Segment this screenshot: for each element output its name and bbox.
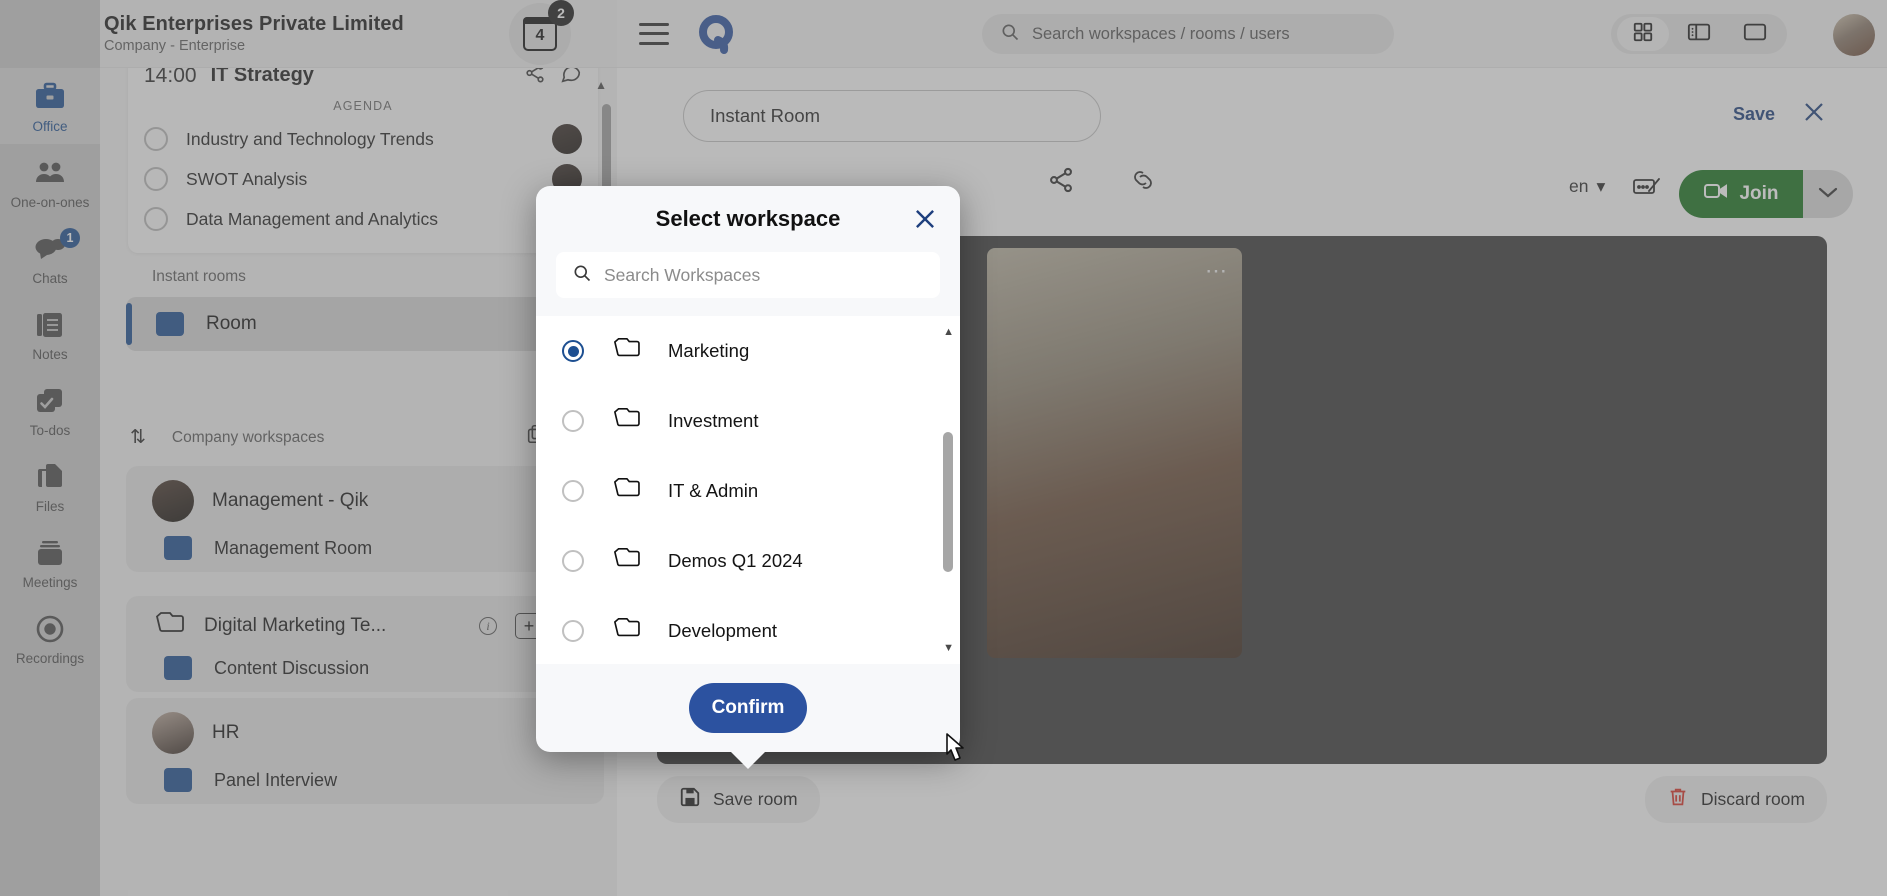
folder-icon bbox=[610, 546, 642, 576]
workspace-option-label: Demos Q1 2024 bbox=[668, 550, 803, 571]
confirm-button[interactable]: Confirm bbox=[689, 683, 807, 733]
workspace-radio[interactable] bbox=[562, 620, 584, 642]
select-workspace-dialog: Select workspace Search Workspaces Marke… bbox=[536, 186, 960, 752]
app-root: 14:00 IT Strategy AGENDA Industry and Te… bbox=[0, 0, 1887, 896]
workspace-option-label: Marketing bbox=[668, 340, 750, 361]
scroll-down-arrow-icon[interactable]: ▼ bbox=[943, 642, 954, 654]
workspace-radio[interactable] bbox=[562, 410, 584, 432]
scroll-up-arrow-icon[interactable]: ▲ bbox=[943, 326, 954, 338]
close-icon[interactable] bbox=[912, 206, 938, 237]
workspace-option-label: Investment bbox=[668, 410, 759, 431]
workspace-list-scrollbar[interactable]: ▲ ▼ bbox=[943, 322, 956, 658]
workspace-radio[interactable] bbox=[562, 340, 584, 362]
workspace-option[interactable]: Marketing bbox=[536, 316, 960, 386]
workspace-radio[interactable] bbox=[562, 550, 584, 572]
workspace-option[interactable]: Investment bbox=[536, 386, 960, 456]
workspace-option[interactable]: Demos Q1 2024 bbox=[536, 526, 960, 596]
workspace-list: Marketing Investment IT & Admin Demos Q1… bbox=[536, 316, 960, 664]
folder-icon bbox=[610, 406, 642, 436]
workspace-option-label: Development bbox=[668, 620, 778, 641]
folder-icon bbox=[610, 336, 642, 366]
workspace-option[interactable]: Development bbox=[536, 596, 960, 664]
modal-backdrop-left bbox=[0, 0, 617, 896]
scrollbar-thumb[interactable] bbox=[943, 432, 953, 572]
search-icon bbox=[572, 263, 592, 288]
dialog-header: Select workspace bbox=[536, 186, 960, 252]
workspace-search-input[interactable]: Search Workspaces bbox=[556, 252, 940, 298]
folder-icon bbox=[610, 476, 642, 506]
dialog-footer: Confirm bbox=[536, 664, 960, 752]
dialog-title: Select workspace bbox=[655, 206, 841, 231]
workspace-radio[interactable] bbox=[562, 480, 584, 502]
workspace-search-placeholder: Search Workspaces bbox=[604, 264, 761, 285]
folder-icon bbox=[610, 616, 642, 646]
workspace-option-label: IT & Admin bbox=[668, 480, 759, 501]
workspace-option[interactable]: IT & Admin bbox=[536, 456, 960, 526]
